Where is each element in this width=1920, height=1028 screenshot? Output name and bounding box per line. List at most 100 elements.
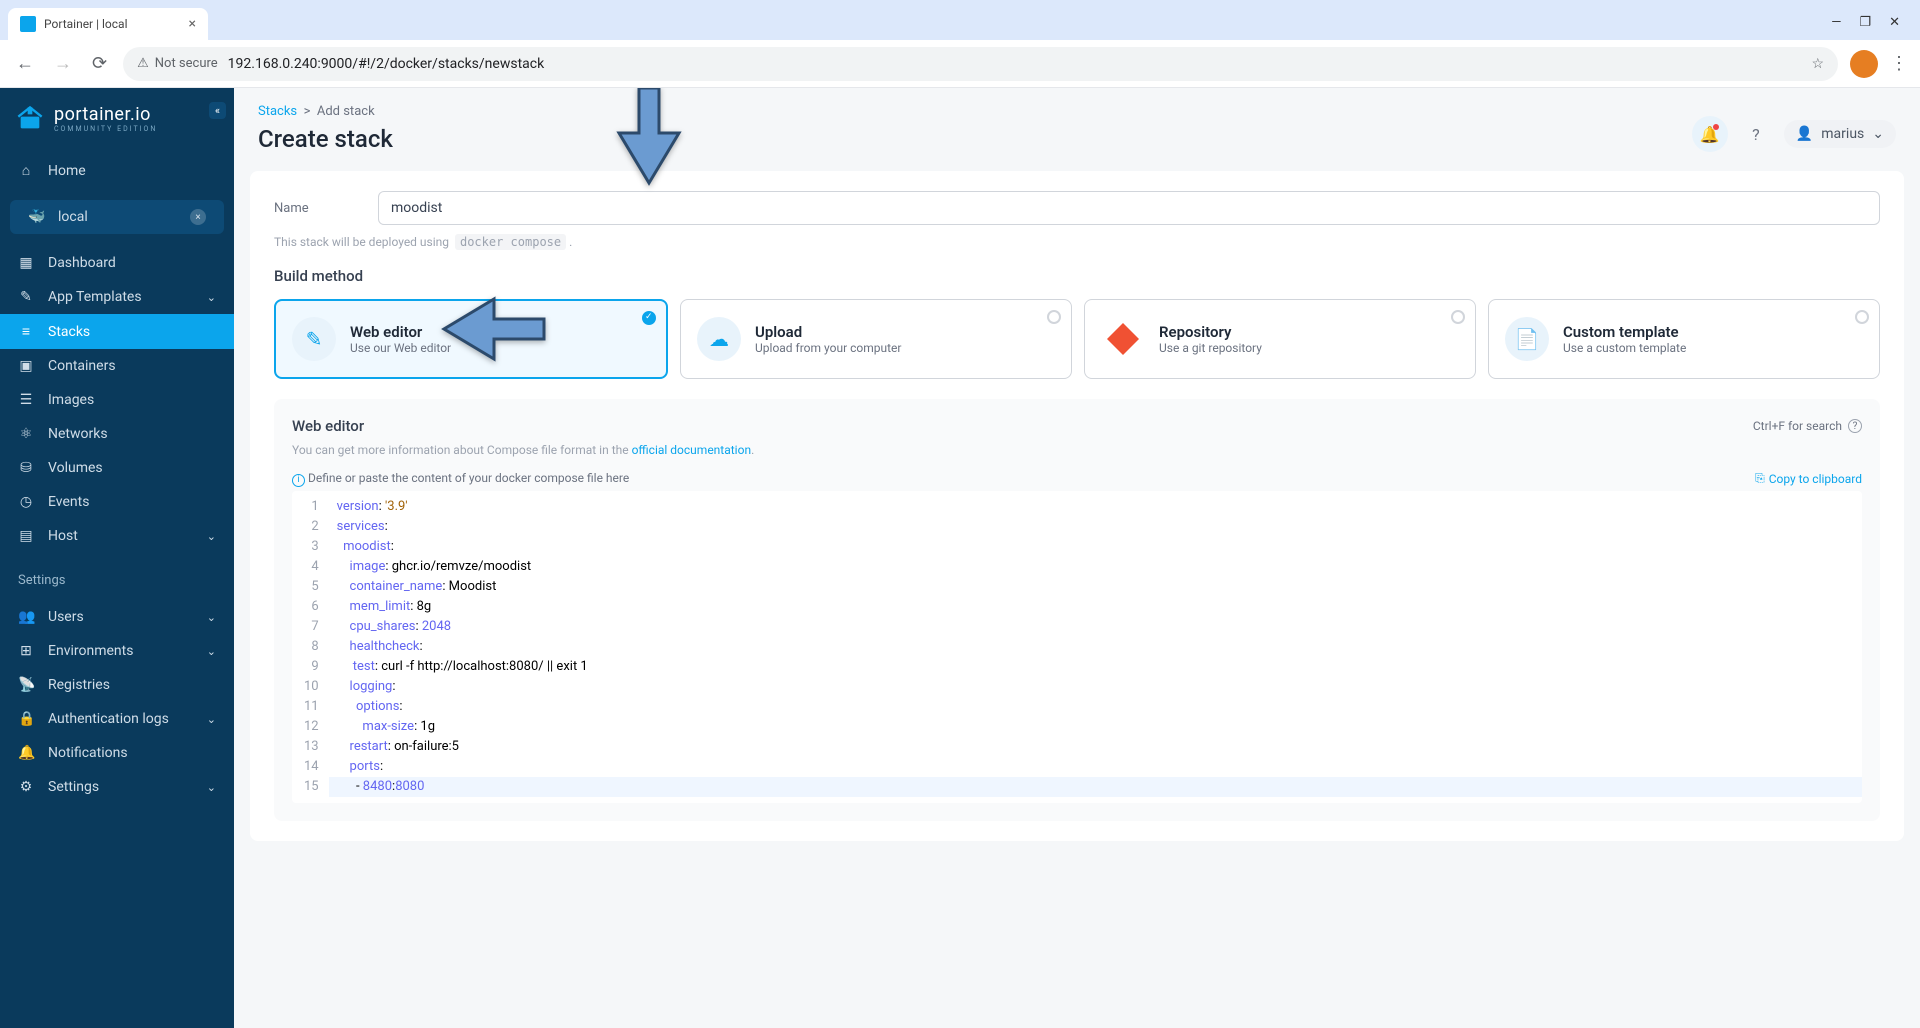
sidebar-item-networks[interactable]: ⚛ Networks: [0, 417, 234, 451]
search-hint: Ctrl+F for search ?: [1753, 419, 1862, 433]
globe-icon: ⊞: [18, 643, 34, 659]
favicon-icon: [20, 16, 36, 32]
sidebar-item-home[interactable]: ⌂ Home: [0, 153, 234, 188]
page-header: Stacks > Add stack Create stack 🔔 ? 👤 ma…: [234, 88, 1920, 171]
maximize-icon[interactable]: ❐: [1859, 15, 1871, 30]
file-icon: 📄: [1505, 317, 1549, 361]
tab-close-icon[interactable]: ×: [189, 16, 196, 32]
editor-panel: Web editor Ctrl+F for search ? You can g…: [274, 399, 1880, 821]
breadcrumb-stacks[interactable]: Stacks: [258, 104, 297, 119]
reload-icon[interactable]: ⟳: [88, 49, 111, 78]
name-label: Name: [274, 201, 378, 216]
user-menu[interactable]: 👤 marius ⌄: [1784, 120, 1896, 148]
chevron-down-icon: ⌄: [207, 611, 216, 624]
home-icon: ⌂: [18, 162, 34, 179]
sidebar-item-environments[interactable]: ⊞ Environments ⌄: [0, 634, 234, 668]
sidebar-item-registries[interactable]: 📡 Registries: [0, 668, 234, 702]
editor-placeholder-hint: i Define or paste the content of your do…: [292, 471, 629, 487]
menu-icon[interactable]: ⋮: [1890, 53, 1908, 74]
annotation-arrow-down: [614, 88, 684, 197]
copy-icon: ⎘: [1755, 471, 1765, 486]
method-upload[interactable]: ☁ Upload Upload from your computer: [680, 299, 1072, 379]
docker-icon: 🐳: [28, 209, 44, 225]
notifications-button[interactable]: 🔔: [1692, 116, 1728, 152]
name-input[interactable]: [378, 191, 1880, 225]
sidebar-item-events[interactable]: ◷ Events: [0, 485, 234, 519]
window-controls: — ❐ ✕: [1831, 15, 1912, 40]
gear-icon: ⚙: [18, 779, 34, 795]
chevron-down-icon: ⌄: [207, 781, 216, 794]
sidebar-settings-heading: Settings: [0, 557, 234, 596]
env-close-icon[interactable]: ×: [190, 209, 206, 225]
method-repository[interactable]: Repository Use a git repository: [1084, 299, 1476, 379]
back-icon[interactable]: ←: [12, 49, 38, 78]
editor-title: Web editor: [292, 417, 364, 435]
clock-icon: ◷: [18, 494, 34, 510]
minimize-icon[interactable]: —: [1831, 15, 1841, 30]
radio-icon: [1451, 310, 1465, 324]
security-indicator[interactable]: ⚠ Not secure: [137, 56, 218, 71]
form-card: Name This stack will be deployed using d…: [250, 171, 1904, 841]
sidebar-item-host[interactable]: ▤ Host ⌄: [0, 519, 234, 553]
code-content[interactable]: version: '3.9' services: moodist: image:…: [329, 491, 1862, 803]
profile-avatar[interactable]: [1850, 50, 1878, 78]
build-method-options: ✎ Web editor Use our Web editor ☁ Upload…: [274, 299, 1880, 379]
page-title: Create stack: [258, 125, 1896, 153]
browser-tab[interactable]: Portainer | local ×: [8, 8, 208, 40]
sidebar-environment[interactable]: 🐳 local ×: [10, 200, 224, 234]
build-method-title: Build method: [274, 267, 1880, 285]
sidebar-item-containers[interactable]: ▣ Containers: [0, 349, 234, 383]
info-icon: i: [292, 474, 305, 487]
chevron-down-icon: ⌄: [207, 645, 216, 658]
main-content: Stacks > Add stack Create stack 🔔 ? 👤 ma…: [234, 88, 1920, 1028]
address-bar[interactable]: ⚠ Not secure 192.168.0.240:9000/#!/2/doc…: [123, 47, 1838, 81]
sidebar-item-images[interactable]: ☰ Images: [0, 383, 234, 417]
sidebar-item-users[interactable]: 👥 Users ⌄: [0, 600, 234, 634]
breadcrumb-current: Add stack: [317, 104, 375, 119]
help-button[interactable]: ?: [1738, 116, 1774, 152]
logo-subtitle: COMMUNITY EDITION: [54, 125, 157, 133]
breadcrumb: Stacks > Add stack: [258, 104, 1896, 119]
code-editor[interactable]: 123456789101112131415 version: '3.9' ser…: [292, 491, 1862, 803]
dashboard-icon: ▦: [18, 255, 34, 271]
help-icon[interactable]: ?: [1848, 419, 1862, 433]
sidebar-item-settings[interactable]: ⚙ Settings ⌄: [0, 770, 234, 804]
list-icon: ☰: [18, 392, 34, 408]
layers-icon: ≡: [18, 323, 34, 340]
chevron-down-icon: ⌄: [207, 291, 216, 304]
logo-text: portainer.io: [54, 104, 157, 125]
copy-button[interactable]: ⎘ Copy to clipboard: [1755, 471, 1862, 486]
sidebar-item-app-templates[interactable]: ✎ App Templates ⌄: [0, 280, 234, 314]
line-gutter: 123456789101112131415: [292, 491, 329, 803]
close-icon[interactable]: ✕: [1889, 15, 1900, 30]
method-custom-template[interactable]: 📄 Custom template Use a custom template: [1488, 299, 1880, 379]
sidebar: portainer.io COMMUNITY EDITION « ⌂ Home …: [0, 88, 234, 1028]
server-icon: ▤: [18, 528, 34, 544]
sidebar-item-notifications[interactable]: 🔔 Notifications: [0, 736, 234, 770]
deploy-help-text: This stack will be deployed using docker…: [274, 235, 1880, 249]
editor-info-text: You can get more information about Compo…: [292, 443, 1862, 457]
chevron-down-icon: ⌄: [207, 530, 216, 543]
radio-icon: [1047, 310, 1061, 324]
sidebar-item-auth-logs[interactable]: 🔒 Authentication logs ⌄: [0, 702, 234, 736]
edit-icon: ✎: [18, 289, 34, 305]
portainer-logo-icon: [16, 105, 44, 133]
warning-icon: ⚠: [137, 56, 149, 71]
forward-icon[interactable]: →: [50, 49, 76, 78]
user-icon: 👤: [1796, 126, 1813, 142]
sidebar-item-stacks[interactable]: ≡ Stacks: [0, 314, 234, 349]
url-text: 192.168.0.240:9000/#!/2/docker/stacks/ne…: [228, 56, 545, 72]
upload-icon: ☁: [697, 317, 741, 361]
tab-title: Portainer | local: [44, 17, 128, 31]
radio-selected-icon: [642, 311, 656, 325]
docs-link[interactable]: official documentation: [632, 443, 752, 457]
share-icon: ⚛: [18, 426, 34, 442]
sidebar-logo[interactable]: portainer.io COMMUNITY EDITION «: [0, 88, 234, 149]
sidebar-item-volumes[interactable]: ⛁ Volumes: [0, 451, 234, 485]
sidebar-collapse-button[interactable]: «: [209, 102, 226, 119]
git-icon: [1101, 317, 1145, 361]
browser-tab-strip: Portainer | local × — ❐ ✕: [0, 0, 1920, 40]
radio-icon: 📡: [18, 677, 34, 693]
sidebar-item-dashboard[interactable]: ▦ Dashboard: [0, 246, 234, 280]
star-icon[interactable]: ☆: [1811, 56, 1824, 72]
